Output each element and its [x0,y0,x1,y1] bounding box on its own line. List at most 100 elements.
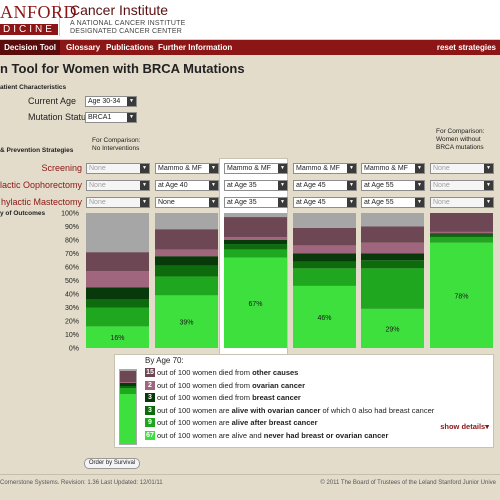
legend-item-outcome: never had breast or ovarian cancer [263,430,389,440]
legend-bar-segment [120,394,136,444]
mutation-status-label: Mutation Status [28,112,91,122]
bar-segment [361,260,424,269]
strategy-select-value: Mammo & MF [227,165,271,172]
legend-item-text: out of 100 women are [157,405,232,415]
bar-segment [430,234,493,238]
bar-segment [155,265,218,277]
legend-item: 9 out of 100 women are alive after breast… [145,418,318,428]
bar-segment [430,237,493,243]
bar-segment [86,287,149,300]
strategy-select-screening[interactable]: Mammo & MF ▼ [224,163,288,174]
chevron-down-icon: ▼ [347,164,356,173]
strategy-select-oophorectomy[interactable]: at Age 45 ▼ [293,180,357,191]
show-details-label: show details [440,422,486,431]
order-by-survival-button[interactable]: Order by Survival [84,458,140,469]
comparison-left-line1: For Comparison: [92,137,141,144]
bar-segment [430,231,493,234]
prevention-strategies-heading: & Prevention Strategies [0,147,74,154]
chevron-down-icon: ▼ [347,181,356,190]
legend-item-text: out of 100 women died from [157,380,253,390]
legend-title: By Age 70: [145,356,184,365]
footer-copyright: © 2011 The Board of Trustees of the Lela… [320,480,496,486]
legend-item-count: 3 [145,405,155,415]
bar-data-label: 29% [385,326,399,333]
bar-segment [293,261,356,269]
bar-data-label: 46% [317,315,331,322]
legend-item-count: 3 [145,393,155,402]
strategy-select-value: None [433,182,450,189]
chevron-down-icon: ▼ [127,113,136,122]
legend-item: 2 out of 100 women died from ovarian canc… [145,380,306,391]
legend-item-text: out of 100 women died from [157,368,253,377]
chevron-down-icon: ▼ [484,164,493,173]
bar-segment [430,233,493,235]
strategy-select-value: at Age 45 [296,182,326,189]
reset-strategies-link[interactable]: reset strategies [437,40,496,55]
bar-segment [86,271,149,288]
y-tick-label: 20% [65,319,79,326]
bar-segment [155,256,218,266]
bar-segment [361,253,424,261]
strategy-select-oophorectomy[interactable]: at Age 35 ▼ [224,180,288,191]
strategy-select-oophorectomy[interactable]: at Age 55 ▼ [361,180,425,191]
y-tick-label: 70% [65,251,79,258]
bar-segment [361,213,424,227]
strategy-select-value: at Age 35 [227,182,257,189]
legend-item-outcome: alive with ovarian cancer [231,405,321,415]
chevron-down-icon: ▼ [209,164,218,173]
chevron-down-icon: ▼ [415,181,424,190]
legend-bar-segment [120,387,136,395]
legend-item-text: out of 100 women are [157,418,232,427]
nav-decision-tool[interactable]: Decision Tool [0,40,60,55]
current-age-select[interactable]: Age 30-34 ▼ [85,96,137,107]
legend-item-count: 15 [145,368,155,377]
strategy-select-screening[interactable]: Mammo & MF ▼ [293,163,357,174]
mutation-status-value: BRCA1 [88,114,112,121]
chevron-down-icon: ▼ [209,181,218,190]
footer-divider [0,474,500,475]
site-header: ANFORD DICINE Cancer Institute A NATIONA… [0,0,500,40]
bar-segment [361,226,424,243]
institute-name: Cancer Institute [70,2,169,18]
y-tick-label: 0% [69,346,79,353]
comparison-no-interventions: For Comparison: No Interventions [92,137,140,153]
y-tick-label: 80% [65,238,79,245]
bar-segment [155,229,218,250]
comparison-right-line2: Women without [436,136,481,143]
chevron-down-icon: ▼ [140,181,149,190]
institute-subtitle-2: DESIGNATED CANCER CENTER [70,28,183,35]
bar-segment [155,276,218,296]
bar-data-label: 16% [110,335,124,342]
legend-item-outcome: alive after breast cancer [231,418,318,427]
nav-publications[interactable]: Publications [106,40,154,55]
strategy-select-oophorectomy[interactable]: None ▼ [86,180,150,191]
strategy-select-screening[interactable]: None ▼ [430,163,494,174]
strategy-select-screening[interactable]: Mammo & MF ▼ [361,163,425,174]
y-tick-label: 100% [61,211,79,218]
legend-item-count: 2 [145,380,155,390]
strategy-select-screening[interactable]: Mammo & MF ▼ [155,163,219,174]
strategy-select-oophorectomy[interactable]: at Age 40 ▼ [155,180,219,191]
stanford-logo[interactable]: ANFORD DICINE [0,2,77,36]
logo-wordmark: ANFORD [0,2,78,22]
show-details-link[interactable]: show details▾ [440,422,489,431]
strategy-select-oophorectomy[interactable]: None ▼ [430,180,494,191]
patient-characteristics-heading: atient Characteristics [0,84,67,91]
y-tick-label: 40% [65,292,79,299]
y-tick-label: 50% [65,278,79,285]
legend-item-outcome: ovarian cancer [252,380,306,390]
mutation-status-select[interactable]: BRCA1 ▼ [85,112,137,123]
strategy-select-screening[interactable]: None ▼ [86,163,150,174]
logo-subword: DICINE [0,24,58,35]
nav-glossary[interactable]: Glossary [66,40,100,55]
legend-bar-segment [120,370,136,371]
legend-item: 67 out of 100 women are alive and never h… [145,430,389,441]
bar-data-label: 67% [248,301,262,308]
strategy-select-value: at Age 40 [158,182,188,189]
bar-segment [293,227,356,246]
bar-segment [155,249,218,257]
legend-item-text: out of 100 women are alive and [157,430,264,440]
bar-segment [293,213,356,228]
bar-data-label: 78% [454,293,468,300]
nav-further-information[interactable]: Further Information [158,40,232,55]
